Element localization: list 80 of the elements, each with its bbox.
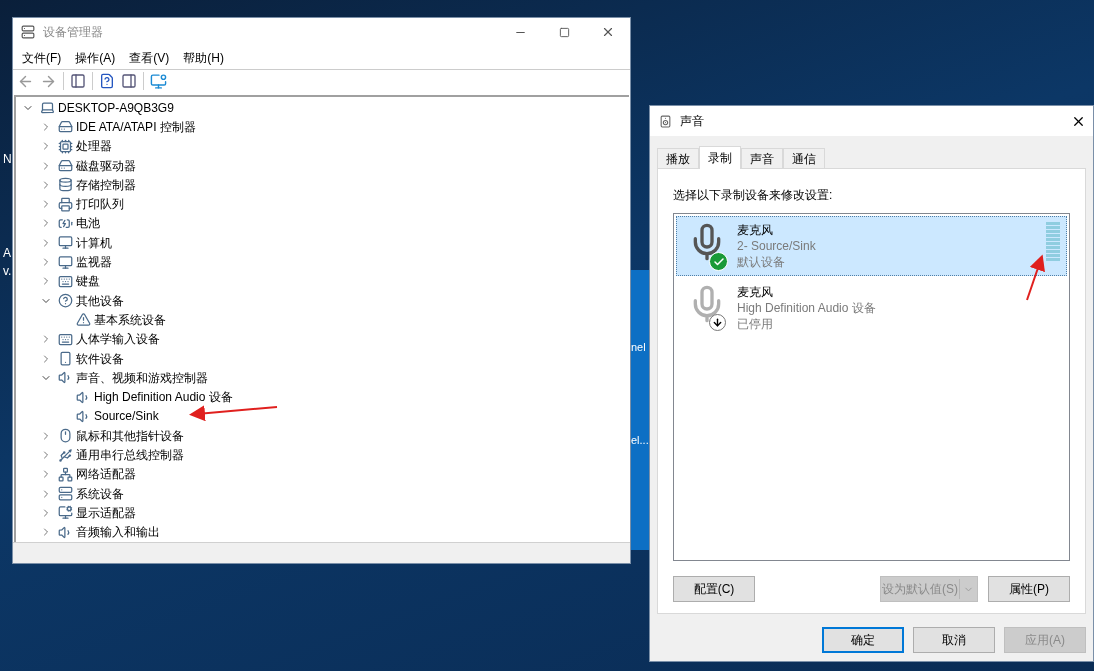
tree-item[interactable]: 磁盘驱动器: [76, 156, 136, 175]
tree-item[interactable]: 声音、视频和游戏控制器: [76, 368, 208, 387]
computer-icon: [40, 100, 55, 116]
scan-monitor-icon[interactable]: [150, 72, 167, 90]
tree-item[interactable]: 键盘: [76, 272, 100, 291]
device-list-item[interactable]: 麦克风 2- Source/Sink 默认设备: [676, 216, 1067, 276]
tab[interactable]: 声音: [741, 148, 783, 168]
monitor-icon: [58, 235, 73, 251]
menu-item[interactable]: 文件(F): [15, 48, 69, 67]
menu-item[interactable]: 查看(V): [122, 48, 177, 67]
device-status: 已停用: [737, 316, 774, 332]
configure-button[interactable]: 配置(C): [673, 576, 755, 602]
phone-icon: [58, 351, 73, 367]
tree-item[interactable]: 打印队列: [76, 195, 124, 214]
tree-item[interactable]: 电池: [76, 214, 100, 233]
properties-button[interactable]: 属性(P): [988, 576, 1070, 602]
desktop-icon-label: el...: [631, 433, 649, 448]
server-icon: [58, 486, 73, 502]
device-list-item[interactable]: 麦克风 High Definition Audio 设备 已停用: [676, 278, 1067, 338]
tree-item[interactable]: 软件设备: [76, 349, 124, 368]
device-name: 麦克风: [737, 284, 774, 300]
network-icon: [58, 466, 73, 482]
maximize-icon[interactable]: [558, 26, 570, 38]
desktop-icon-label: nel: [631, 340, 646, 355]
tree-item[interactable]: High Definition Audio 设备: [94, 388, 233, 407]
drive-icon: [58, 119, 73, 135]
tab[interactable]: 播放: [657, 148, 699, 168]
tree-item[interactable]: 显示适配器: [76, 503, 136, 522]
tree-item[interactable]: 系统设备: [76, 484, 124, 503]
window-title: 声音: [680, 113, 704, 130]
desktop-icon-label: A: [3, 245, 11, 262]
window-title: 设备管理器: [43, 24, 103, 41]
tree-item[interactable]: 通用串行总线控制器: [76, 446, 184, 465]
tree-item[interactable]: 网络适配器: [76, 465, 136, 484]
chip-icon: [58, 138, 73, 154]
tree-item[interactable]: 监视器: [76, 253, 112, 272]
menu-item[interactable]: 帮助(H): [176, 48, 231, 67]
tree-item[interactable]: IDE ATA/ATAPI 控制器: [76, 118, 196, 136]
monitor-icon: [58, 254, 73, 270]
tree-item[interactable]: 其他设备: [76, 291, 124, 310]
tab[interactable]: 录制: [699, 146, 741, 169]
desktop-icon-label: N: [3, 151, 12, 168]
warning-icon: [76, 312, 91, 328]
monitor-icon: [58, 505, 73, 521]
menu-item[interactable]: 操作(A): [68, 48, 123, 67]
tree-item[interactable]: 基本系统设备: [94, 310, 166, 329]
mouse-icon: [58, 428, 73, 444]
tree-item[interactable]: Source/Sink: [94, 407, 159, 426]
storage-icon: [58, 177, 73, 193]
arrow-annotation: [1026, 254, 1045, 301]
tree-item[interactable]: 处理器: [76, 137, 112, 156]
panel-icon[interactable]: [121, 73, 137, 89]
usb-icon: [58, 447, 73, 463]
tab[interactable]: 通信: [783, 148, 825, 168]
tree-item[interactable]: 计算机: [76, 233, 112, 252]
dialog-button[interactable]: 取消: [913, 627, 995, 653]
device-detail: 2- Source/Sink: [737, 238, 816, 254]
drive-icon: [58, 158, 73, 174]
device-status: 默认设备: [737, 254, 786, 270]
tree-item[interactable]: 鼠标和其他指针设备: [76, 426, 184, 445]
help-icon[interactable]: [99, 73, 115, 89]
tree-item[interactable]: 音频输入和输出: [76, 523, 160, 542]
keyboard-icon: [58, 273, 73, 289]
app-icon: [21, 25, 35, 39]
help-icon: [58, 293, 73, 309]
device-name: 麦克风: [737, 222, 774, 238]
instruction-text: 选择以下录制设备来修改设置:: [673, 187, 834, 204]
down-arrow-badge-icon: [709, 314, 726, 331]
tree-item[interactable]: 存储控制器: [76, 175, 136, 194]
device-detail: High Definition Audio 设备: [737, 300, 876, 316]
desktop-icon-label: v.: [3, 263, 12, 280]
tree-item[interactable]: DESKTOP-A9QB3G9: [58, 98, 174, 117]
printer-icon: [58, 196, 73, 212]
speaker-icon: [659, 114, 672, 128]
dialog-button[interactable]: 确定: [822, 627, 904, 653]
check-badge-icon: [709, 252, 728, 271]
panel-icon[interactable]: [70, 73, 86, 89]
close-icon[interactable]: [601, 25, 615, 39]
keyboard-icon: [58, 331, 73, 347]
tree-item[interactable]: 人体学输入设备: [76, 330, 160, 349]
